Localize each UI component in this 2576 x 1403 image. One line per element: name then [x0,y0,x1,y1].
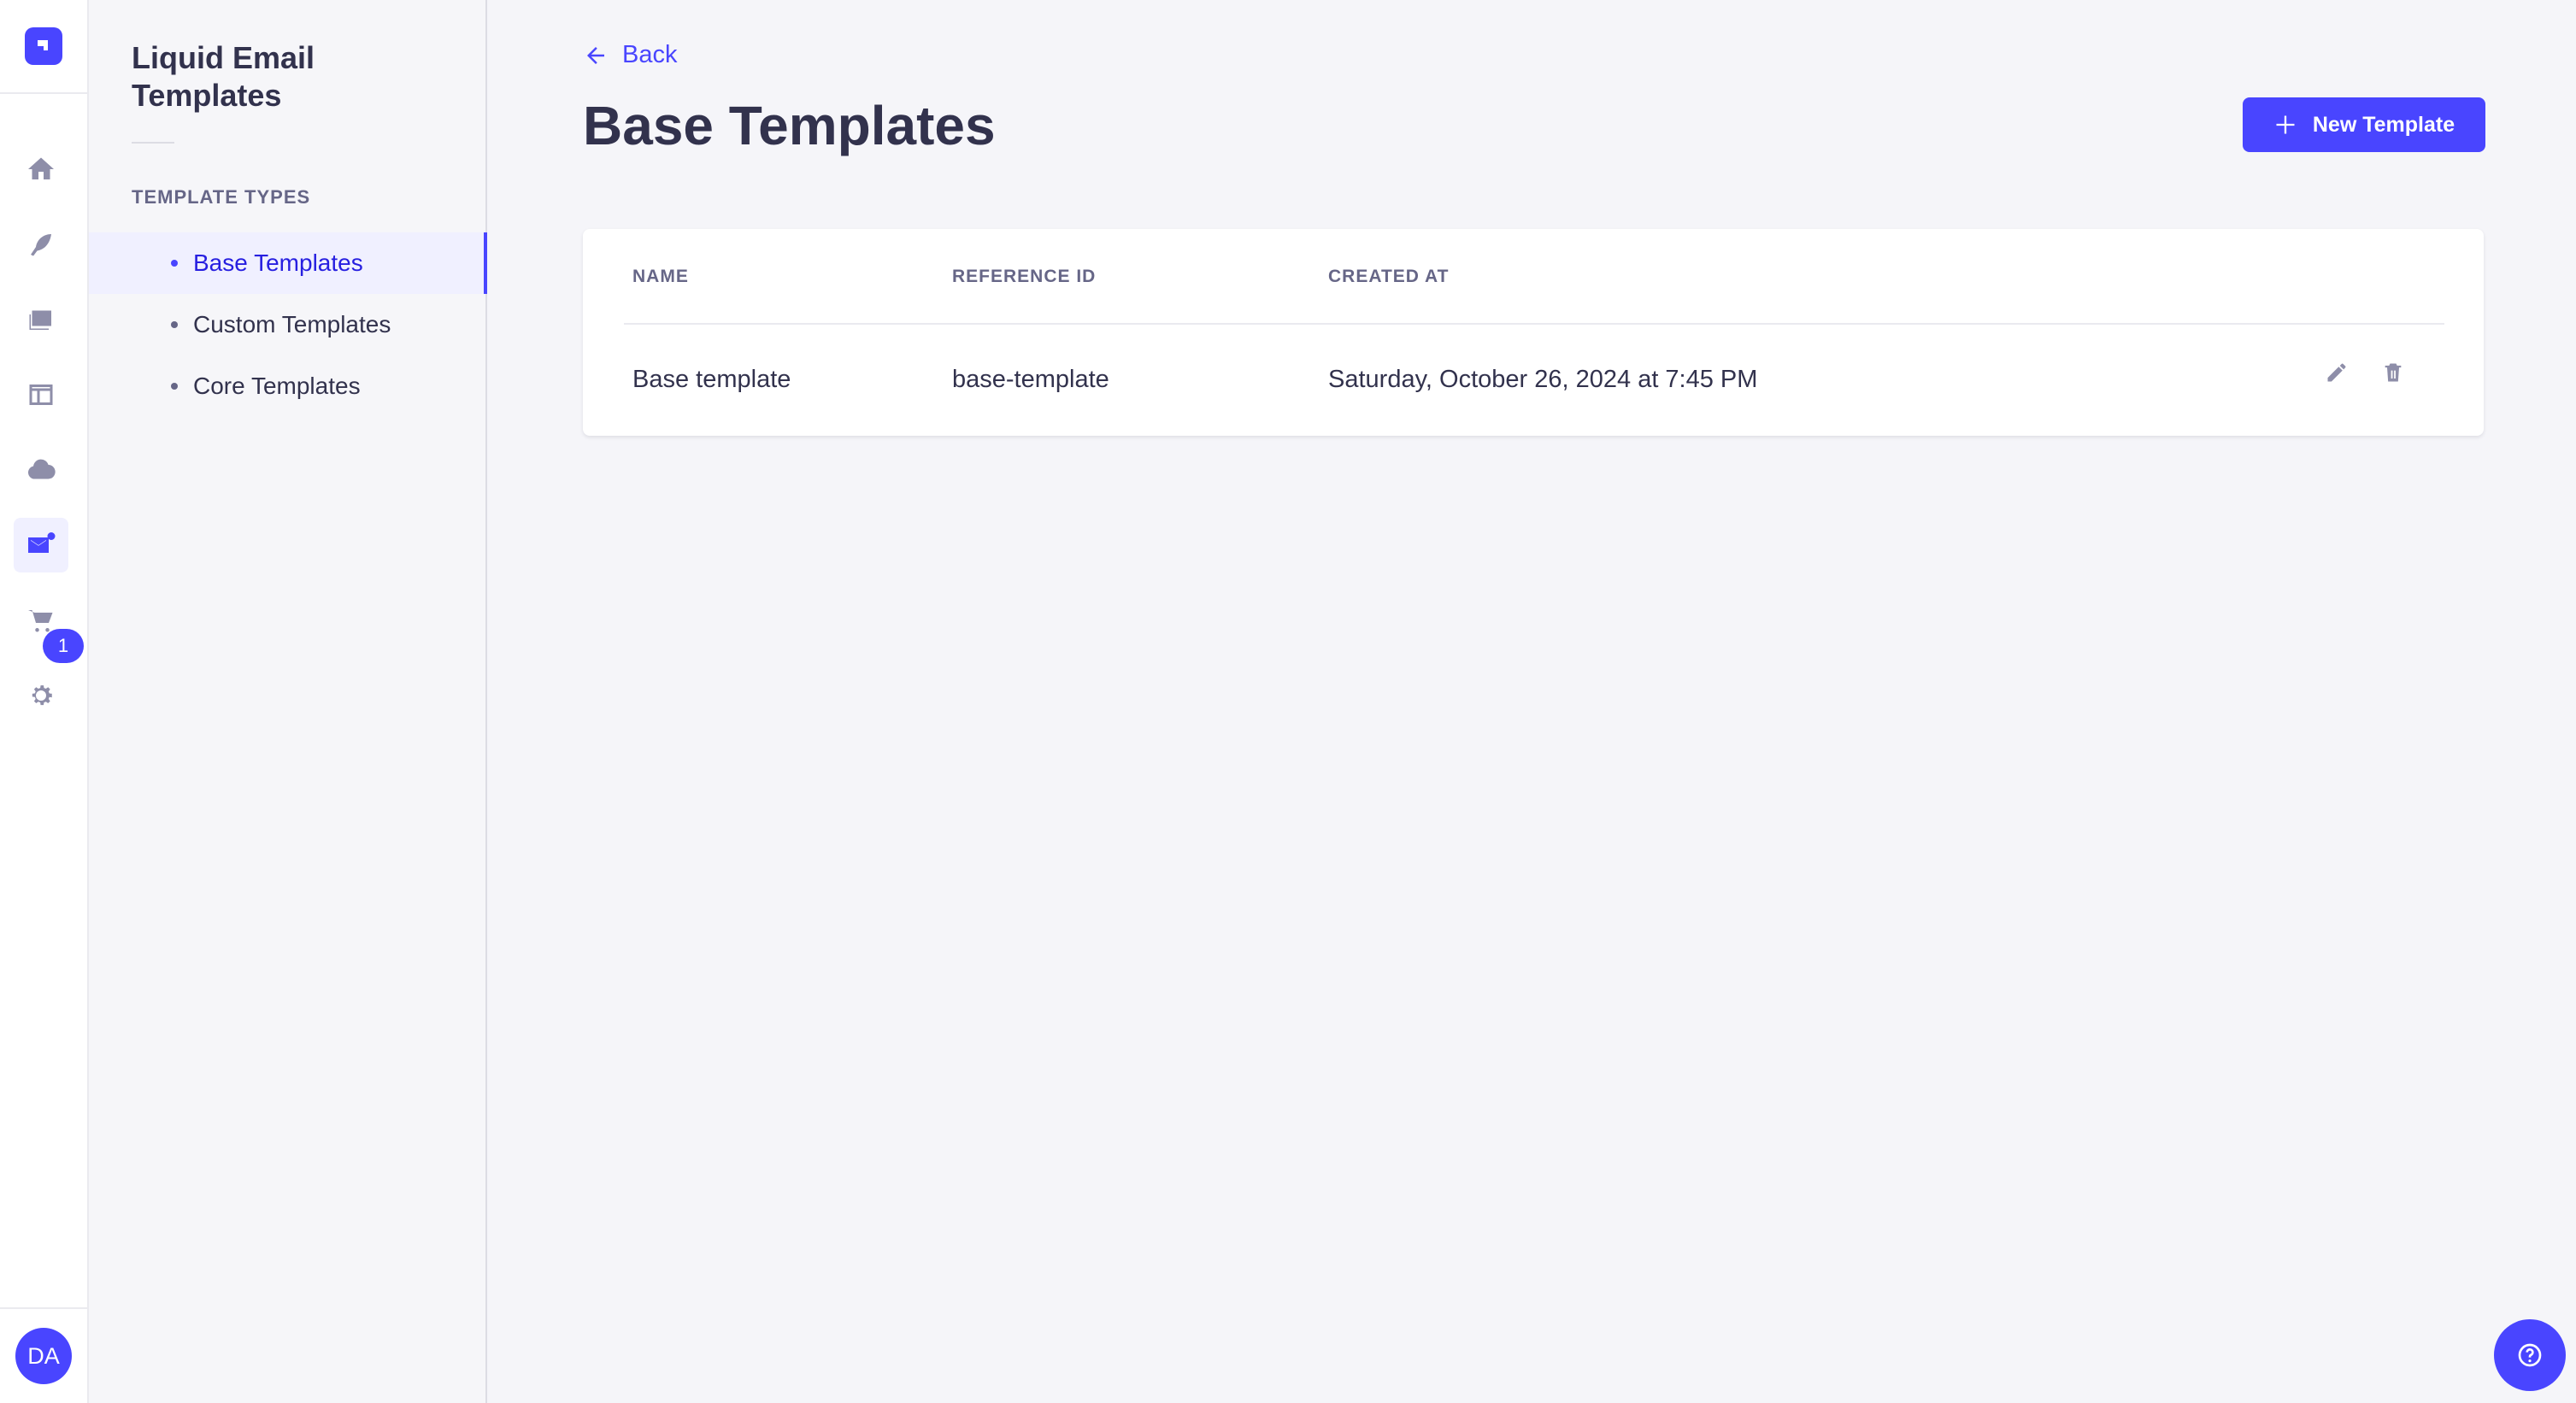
delete-button[interactable] [2378,357,2408,388]
email-icon [28,532,56,553]
sub-navigation: Liquid Email Templates TEMPLATE TYPES Ba… [89,0,487,1403]
feather-icon [31,234,51,256]
subnav-item-base-templates[interactable]: Base Templates [89,232,487,294]
back-link[interactable]: Back [583,41,677,69]
subnav-item-label: Core Templates [193,373,361,399]
bullet-icon [171,260,178,267]
subnav-title: Liquid Email Templates [132,40,315,113]
main-content: Back Base Templates New Template NAME RE… [487,0,2576,1403]
main-nav-rail: 1 DA [0,0,89,1403]
user-avatar[interactable]: DA [15,1328,72,1384]
pencil-icon [2327,363,2346,382]
logo-area [0,0,87,94]
bullet-icon [171,383,178,390]
subnav-item-custom-templates[interactable]: Custom Templates [89,294,487,355]
nav-home[interactable] [14,142,68,197]
layout-icon [29,385,53,405]
new-template-label: New Template [2312,112,2455,137]
home-icon [28,157,54,179]
row-actions [2321,357,2408,388]
plus-icon [2276,115,2295,134]
back-label: Back [622,41,678,68]
user-area: DA [0,1307,87,1403]
column-header-created-at: CREATED AT [1328,267,1450,286]
nav-settings[interactable] [14,668,68,723]
question-circle-icon [2518,1343,2542,1367]
media-library-icon [29,310,51,330]
cell-reference-id: base-template [952,366,1109,393]
subnav-divider [132,142,174,144]
trash-icon [2385,363,2402,382]
cell-created-at: Saturday, October 26, 2024 at 7:45 PM [1328,366,1758,393]
column-header-reference-id: REFERENCE ID [952,267,1097,286]
subnav-item-label: Base Templates [193,249,363,276]
table-header-divider [624,323,2444,325]
nav-cloud[interactable] [14,443,68,497]
column-header-name: NAME [632,267,689,286]
nav-email[interactable] [14,518,68,572]
cell-name: Base template [632,366,791,393]
edit-button[interactable] [2321,357,2352,388]
help-button[interactable] [2494,1319,2566,1391]
subnav-item-core-templates[interactable]: Core Templates [89,355,487,417]
app-root: 1 DA Liquid Email Templates TEMPLATE TYP… [0,0,2576,1403]
settings-icon [32,685,52,706]
logo-icon[interactable] [25,27,62,65]
subnav-section-label: TEMPLATE TYPES [132,186,311,208]
new-template-button[interactable]: New Template [2243,97,2485,152]
cloud-icon [27,459,56,479]
nav-layout[interactable] [14,367,68,422]
nav-content-type-builder[interactable] [14,217,68,272]
templates-table: NAME REFERENCE ID CREATED AT Base templa… [583,229,2484,436]
arrow-left-icon [587,46,604,64]
page-title: Base Templates [583,95,996,156]
subnav-item-label: Custom Templates [193,311,391,338]
bullet-icon [171,321,178,328]
nav-media-library[interactable] [14,292,68,347]
settings-notification-badge: 1 [43,629,84,663]
